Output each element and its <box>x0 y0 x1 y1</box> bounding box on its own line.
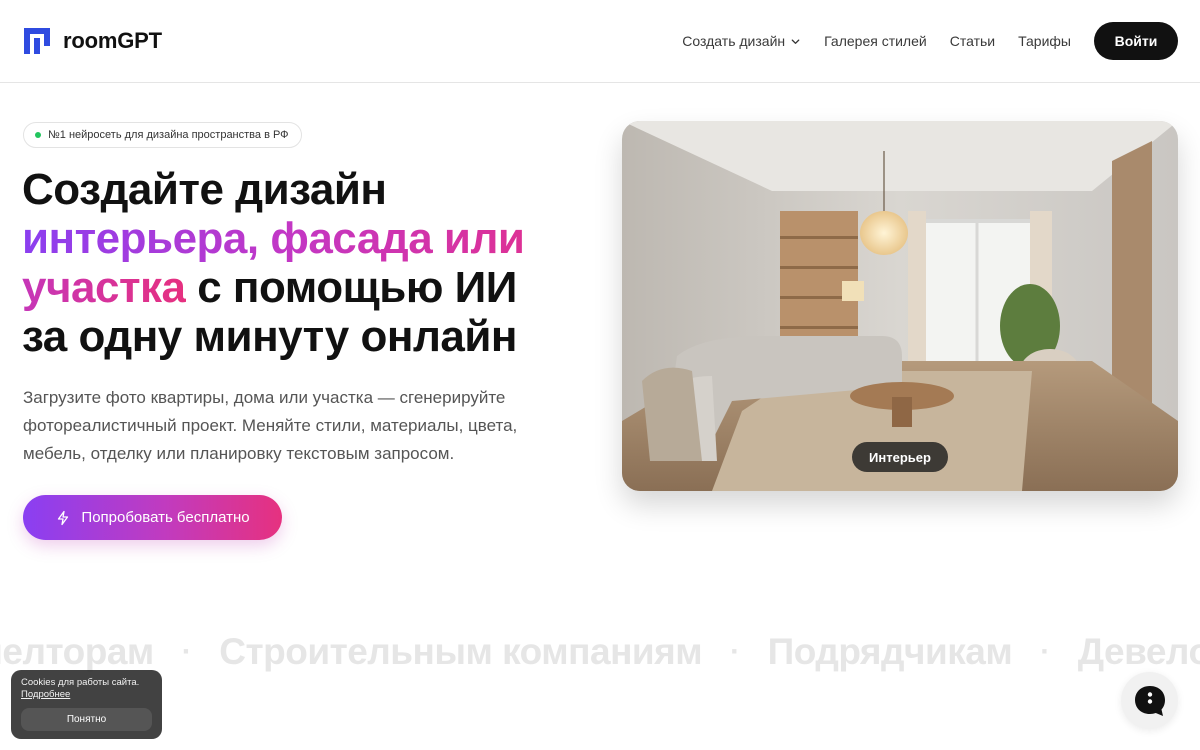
headline-line-4: за одну минуту онлайн <box>22 312 518 361</box>
hero-badge: №1 нейросеть для дизайна пространства в … <box>23 122 302 148</box>
chat-widget-button[interactable] <box>1121 672 1178 729</box>
marquee-item: Девелоперам <box>1077 631 1200 672</box>
interior-photo <box>622 121 1178 491</box>
marquee-item: Строительным компаниям <box>219 631 703 672</box>
site-header: roomGPT Создать дизайн Галерея стилей Ст… <box>0 0 1200 83</box>
cookie-more-link[interactable]: Подробнее <box>21 689 153 701</box>
try-free-button[interactable]: Попробовать бесплатно <box>23 495 282 540</box>
nav-create-design[interactable]: Создать дизайн <box>682 33 801 49</box>
headline-line-3: участка с помощью ИИ <box>22 263 602 312</box>
try-free-label: Попробовать бесплатно <box>81 509 250 526</box>
lightning-icon <box>58 510 69 525</box>
marquee-separator: · <box>181 635 192 668</box>
nav-pricing-label: Тарифы <box>1018 33 1071 49</box>
cookie-banner: Cookies для работы сайта. Подробнее Поня… <box>11 670 162 739</box>
marquee-separator: · <box>1040 635 1050 668</box>
marquee-item: Подрядчикам <box>767 631 1013 672</box>
nav-style-gallery-label: Галерея стилей <box>824 33 927 49</box>
marquee-track: Риелторам · Строительным компаниям · Под… <box>0 627 1200 677</box>
nav-articles[interactable]: Статьи <box>950 33 995 49</box>
brand[interactable]: roomGPT <box>22 26 162 56</box>
cookie-text: Cookies для работы сайта. <box>21 677 140 688</box>
login-button[interactable]: Войти <box>1094 22 1178 60</box>
nav-articles-label: Статьи <box>949 33 996 49</box>
logo-icon <box>24 28 50 54</box>
main-nav: Создать дизайн Галерея стилей Статьи Тар… <box>682 22 1178 60</box>
headline-line-1: Создайте дизайн <box>22 165 387 214</box>
chevron-down-icon <box>791 38 800 44</box>
nav-pricing[interactable]: Тарифы <box>1018 33 1071 49</box>
hero-description: Загрузите фото квартиры, дома или участк… <box>23 388 518 463</box>
chat-icon <box>1134 685 1165 716</box>
brand-name: roomGPT <box>63 28 162 53</box>
hero-headline: Создайте дизайн интерьера, фасада или уч… <box>22 165 602 361</box>
audience-marquee: Риелторам · Строительным компаниям · Под… <box>0 627 1200 677</box>
marquee-item: Риелторам <box>0 631 154 672</box>
headline-line-3-gradient: участка <box>22 263 186 312</box>
image-category-label: Интерьер <box>852 442 948 472</box>
marquee-separator: · <box>730 635 740 668</box>
status-dot-icon <box>35 132 41 138</box>
nav-style-gallery[interactable]: Галерея стилей <box>824 33 927 49</box>
headline-line-3-rest: с помощью ИИ <box>185 263 517 312</box>
hero-badge-text: №1 нейросеть для дизайна пространства в … <box>48 129 289 141</box>
hero-interior-image <box>622 121 1178 491</box>
cookie-accept-button[interactable]: Понятно <box>21 708 152 731</box>
nav-create-design-label: Создать дизайн <box>682 33 786 49</box>
headline-line-2: интерьера, фасада или <box>22 214 602 263</box>
